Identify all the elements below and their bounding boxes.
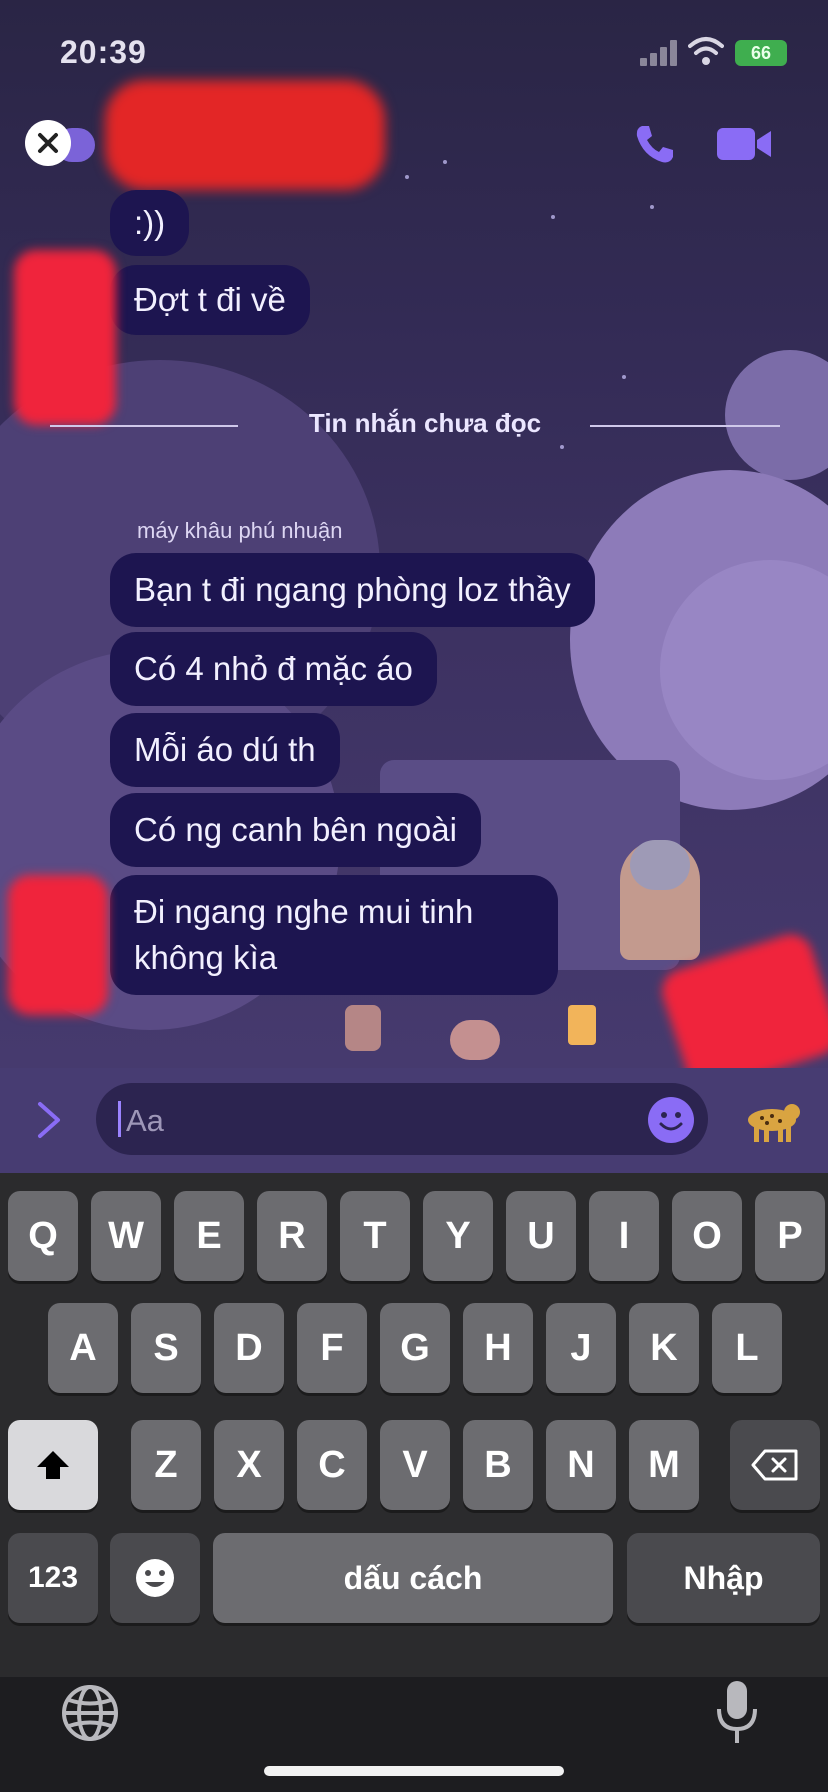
cup-shape: [345, 1005, 381, 1051]
microphone-icon[interactable]: [712, 1677, 762, 1747]
shift-icon: [37, 1451, 69, 1479]
message-input[interactable]: Aa: [96, 1083, 708, 1155]
emoji-keyboard-key[interactable]: [110, 1533, 200, 1623]
chat-header: [0, 80, 828, 200]
message-composer: Aa: [0, 1068, 828, 1173]
message-text: Đi ngang nghe mui tinh không kìa: [134, 893, 474, 976]
unread-label: Tin nhắn chưa đọc: [308, 408, 542, 438]
close-button[interactable]: [25, 120, 71, 166]
star: [551, 215, 555, 219]
key-w[interactable]: W: [91, 1191, 161, 1281]
person-head: [630, 840, 690, 890]
key-k[interactable]: K: [629, 1303, 699, 1393]
keyboard: Q W E R T Y U I O P A S D F G H J K L Z X C V B N M 123 dấu cách Nhậ…: [0, 1173, 828, 1677]
key-c[interactable]: C: [297, 1420, 367, 1510]
message-bubble[interactable]: Có 4 nhỏ đ mặc áo: [110, 632, 437, 706]
globe-icon[interactable]: [60, 1683, 120, 1743]
message-bubble[interactable]: Có ng canh bên ngoài: [110, 793, 481, 867]
leopard-sticker-icon[interactable]: [742, 1096, 802, 1146]
message-bubble[interactable]: Bạn t đi ngang phòng loz thầy: [110, 553, 595, 627]
expand-actions-button[interactable]: [34, 1098, 64, 1142]
key-n[interactable]: N: [546, 1420, 616, 1510]
shift-key[interactable]: [8, 1420, 98, 1510]
battery-indicator: 66: [735, 40, 787, 66]
numbers-key[interactable]: 123: [8, 1533, 98, 1623]
emoji-icon: [136, 1559, 174, 1597]
cup-shape: [450, 1020, 500, 1060]
key-q[interactable]: Q: [8, 1191, 78, 1281]
redaction-mark: [14, 250, 116, 425]
backspace-icon: [751, 1449, 798, 1481]
message-bubble[interactable]: Đi ngang nghe mui tinh không kìa: [110, 875, 558, 995]
backspace-key[interactable]: [730, 1420, 820, 1510]
status-time: 20:39: [60, 34, 147, 70]
signal-icon: [640, 40, 680, 66]
key-e[interactable]: E: [174, 1191, 244, 1281]
phone-call-button[interactable]: [630, 120, 678, 168]
message-bubble[interactable]: Mỗi áo dú th: [110, 713, 340, 787]
key-l[interactable]: L: [712, 1303, 782, 1393]
redaction-mark: [8, 875, 108, 1015]
wifi-icon: [688, 37, 724, 65]
redaction-mark: [105, 80, 385, 190]
key-t[interactable]: T: [340, 1191, 410, 1281]
video-call-button[interactable]: [715, 122, 775, 166]
key-r[interactable]: R: [257, 1191, 327, 1281]
message-text: :)): [134, 204, 166, 241]
key-p[interactable]: P: [755, 1191, 825, 1281]
message-text: Có 4 nhỏ đ mặc áo: [134, 650, 413, 687]
input-placeholder: Aa: [126, 1103, 164, 1138]
key-b[interactable]: B: [463, 1420, 533, 1510]
key-d[interactable]: D: [214, 1303, 284, 1393]
keyboard-bottom-bar: [0, 1677, 828, 1792]
key-i[interactable]: I: [589, 1191, 659, 1281]
key-f[interactable]: F: [297, 1303, 367, 1393]
sender-name: máy khâu phú nhuận: [137, 518, 343, 543]
star: [622, 375, 626, 379]
key-m[interactable]: M: [629, 1420, 699, 1510]
key-z[interactable]: Z: [131, 1420, 201, 1510]
key-u[interactable]: U: [506, 1191, 576, 1281]
key-a[interactable]: A: [48, 1303, 118, 1393]
emoji-button[interactable]: [648, 1097, 694, 1143]
key-x[interactable]: X: [214, 1420, 284, 1510]
home-indicator[interactable]: [264, 1766, 564, 1776]
key-y[interactable]: Y: [423, 1191, 493, 1281]
smiley-icon: [659, 1112, 683, 1131]
message-text: Có ng canh bên ngoài: [134, 811, 457, 848]
glass-shape: [568, 1005, 596, 1045]
message-bubble[interactable]: Đợt t đi về: [110, 265, 310, 335]
messenger-screen: 20:39 66 :)) Đợt t đi về Tin nhắn chưa đ…: [0, 0, 828, 1792]
star: [650, 205, 654, 209]
space-key[interactable]: dấu cách: [213, 1533, 613, 1623]
key-s[interactable]: S: [131, 1303, 201, 1393]
message-text: Bạn t đi ngang phòng loz thầy: [134, 571, 571, 608]
message-text: Mỗi áo dú th: [134, 731, 316, 768]
key-g[interactable]: G: [380, 1303, 450, 1393]
text-caret: [118, 1101, 121, 1137]
key-v[interactable]: V: [380, 1420, 450, 1510]
key-o[interactable]: O: [672, 1191, 742, 1281]
message-bubble[interactable]: :)): [110, 190, 190, 256]
unread-divider: Tin nhắn chưa đọc: [50, 408, 780, 448]
close-icon: [38, 133, 58, 153]
key-h[interactable]: H: [463, 1303, 533, 1393]
return-key[interactable]: Nhập: [627, 1533, 820, 1623]
message-text: Đợt t đi về: [134, 281, 286, 318]
key-j[interactable]: J: [546, 1303, 616, 1393]
